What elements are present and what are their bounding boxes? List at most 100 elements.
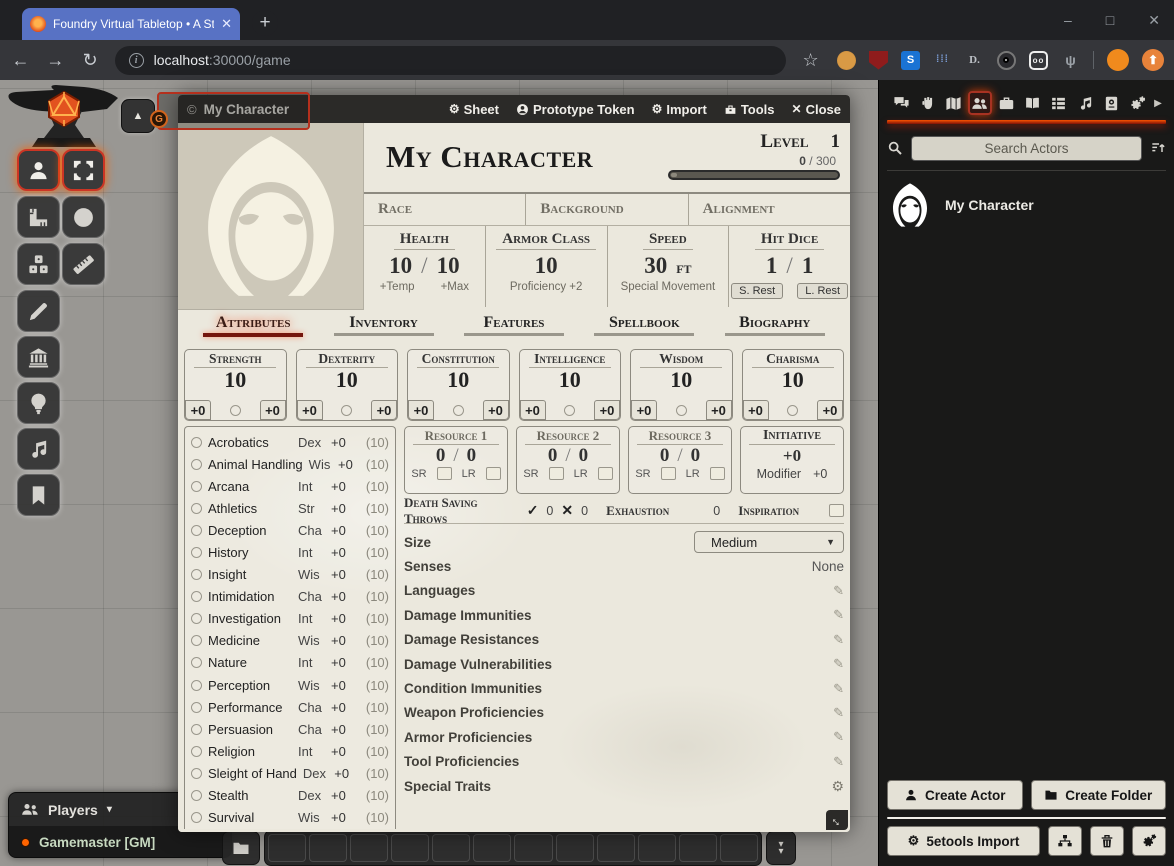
sounds-tool[interactable] xyxy=(17,428,60,470)
hp-current[interactable]: 10 xyxy=(389,253,412,279)
sort-filter-icon[interactable] xyxy=(1150,140,1166,156)
hp-max[interactable]: 10 xyxy=(437,253,460,279)
ability-name[interactable]: Charisma xyxy=(752,350,834,368)
resource-max[interactable]: 0 xyxy=(467,445,477,467)
edit-icon[interactable]: ✎ xyxy=(833,705,844,721)
gear-icon[interactable]: ⚙ xyxy=(831,778,844,795)
skill-row[interactable]: Perception Wis +0 (10) xyxy=(191,674,389,696)
hp-tempmax-label[interactable]: +Max xyxy=(441,281,469,293)
edit-icon[interactable]: ✎ xyxy=(833,656,844,672)
robot-extension-icon[interactable]: oo xyxy=(1029,51,1048,70)
ability-score[interactable]: 10 xyxy=(782,368,804,392)
skill-proficiency-radio[interactable] xyxy=(191,459,202,470)
proficiency-radio[interactable] xyxy=(453,405,464,416)
profile-avatar[interactable] xyxy=(1107,49,1129,71)
drawing-tool[interactable] xyxy=(17,290,60,332)
ability-score[interactable]: 10 xyxy=(670,368,692,392)
lr-checkbox[interactable] xyxy=(710,467,725,480)
death-success-icon[interactable]: ✓ xyxy=(527,502,539,519)
resource-value[interactable]: 0 xyxy=(436,445,446,467)
window-resize-handle[interactable]: ↔ xyxy=(826,810,848,830)
ability-name[interactable]: Dexterity xyxy=(306,350,388,368)
select-targets-tool[interactable] xyxy=(62,149,105,191)
fivetools-import-button[interactable]: ⚙ 5etools Import xyxy=(887,826,1040,856)
ability-score[interactable]: 10 xyxy=(224,368,246,392)
skill-proficiency-radio[interactable] xyxy=(191,613,202,624)
create-folder-button[interactable]: Create Folder xyxy=(1031,780,1167,810)
tab-scenes[interactable] xyxy=(942,91,966,115)
tab-combat[interactable] xyxy=(915,91,939,115)
skill-row[interactable]: Athletics Str +0 (10) xyxy=(191,497,389,519)
site-info-icon[interactable]: i xyxy=(129,53,144,68)
skill-row[interactable]: Performance Cha +0 (10) xyxy=(191,696,389,718)
exhaustion-value[interactable]: 0 xyxy=(713,504,720,518)
ability-score[interactable]: 10 xyxy=(447,368,469,392)
window-header[interactable]: © My Character ⚙Sheet Prototype Token ⚙I… xyxy=(178,95,850,123)
resource-label[interactable]: Resource 2 xyxy=(525,428,611,445)
background-field[interactable]: Background xyxy=(526,194,688,225)
short-rest-button[interactable]: S. Rest xyxy=(731,283,783,299)
macro-slot[interactable] xyxy=(556,834,594,862)
search-actors-input[interactable] xyxy=(911,136,1142,161)
death-success-count[interactable]: 0 xyxy=(546,504,553,518)
resource-value[interactable]: 0 xyxy=(548,445,558,467)
skill-name[interactable]: Sleight of Hand xyxy=(208,766,297,781)
skill-name[interactable]: Investigation xyxy=(208,611,292,626)
select-token-tool[interactable] xyxy=(17,149,60,191)
reload-icon[interactable]: ↻ xyxy=(80,50,101,71)
import-button[interactable]: ⚙Import xyxy=(652,102,707,117)
url-bar[interactable]: i localhost:30000/game xyxy=(115,46,786,75)
ublock-extension-icon[interactable] xyxy=(869,51,888,70)
close-button[interactable]: ✕Close xyxy=(792,102,841,117)
resource-max[interactable]: 0 xyxy=(579,445,589,467)
skill-name[interactable]: Acrobatics xyxy=(208,435,292,450)
proficiency-radio[interactable] xyxy=(230,405,241,416)
tab-close-icon[interactable]: ✕ xyxy=(221,16,232,32)
tab-items[interactable] xyxy=(994,91,1018,115)
sheet-config-button[interactable]: ⚙Sheet xyxy=(449,102,499,117)
macro-slot[interactable] xyxy=(597,834,635,862)
skill-row[interactable]: Animal Handling Wis +0 (10) xyxy=(191,453,389,475)
skill-name[interactable]: Athletics xyxy=(208,501,292,516)
ability-name[interactable]: Wisdom xyxy=(640,350,722,368)
sheet-tab[interactable]: Attributes xyxy=(203,314,303,347)
skill-proficiency-radio[interactable] xyxy=(191,481,202,492)
proficiency-radio[interactable] xyxy=(676,405,687,416)
skill-name[interactable]: Stealth xyxy=(208,788,292,803)
skill-row[interactable]: Acrobatics Dex +0 (10) xyxy=(191,431,389,453)
skill-proficiency-radio[interactable] xyxy=(191,437,202,448)
browser-menu-icon[interactable]: ⬆ xyxy=(1142,49,1164,71)
grid-extension-icon[interactable]: ⁞⁞⁞ xyxy=(933,51,952,70)
lr-checkbox[interactable] xyxy=(486,467,501,480)
macro-slot[interactable] xyxy=(473,834,511,862)
skill-proficiency-radio[interactable] xyxy=(191,547,202,558)
sheet-tab[interactable]: Biography xyxy=(725,314,825,347)
cookie-extension-icon[interactable] xyxy=(837,51,856,70)
alignment-field[interactable]: Alignment xyxy=(689,194,850,225)
race-field[interactable]: Race xyxy=(364,194,526,225)
skill-proficiency-radio[interactable] xyxy=(191,702,202,713)
settings-button[interactable] xyxy=(1132,826,1166,856)
long-rest-button[interactable]: L. Rest xyxy=(797,283,848,299)
skill-proficiency-radio[interactable] xyxy=(191,812,202,823)
death-failure-icon[interactable]: ✕ xyxy=(561,502,573,519)
skill-row[interactable]: Religion Int +0 (10) xyxy=(191,740,389,762)
skill-name[interactable]: Perception xyxy=(208,678,292,693)
sheet-tab[interactable]: Features xyxy=(464,314,564,347)
macro-slot[interactable] xyxy=(720,834,758,862)
ability-score[interactable]: 10 xyxy=(336,368,358,392)
tab-actors[interactable] xyxy=(968,91,992,115)
special-movement-label[interactable]: Special Movement xyxy=(621,281,716,293)
ability-name[interactable]: Constitution xyxy=(417,350,499,368)
back-icon[interactable]: ← xyxy=(10,50,31,71)
maximize-button[interactable]: □ xyxy=(1106,12,1114,28)
edit-icon[interactable]: ✎ xyxy=(833,632,844,648)
ability-mod[interactable]: +0 xyxy=(706,400,732,420)
skill-name[interactable]: Medicine xyxy=(208,633,292,648)
xp-value[interactable]: 0 xyxy=(799,154,806,168)
target-tool[interactable] xyxy=(62,196,105,238)
character-portrait[interactable] xyxy=(178,123,364,310)
skill-proficiency-radio[interactable] xyxy=(191,503,202,514)
ability-name[interactable]: Intelligence xyxy=(529,350,611,368)
skill-proficiency-radio[interactable] xyxy=(191,790,202,801)
